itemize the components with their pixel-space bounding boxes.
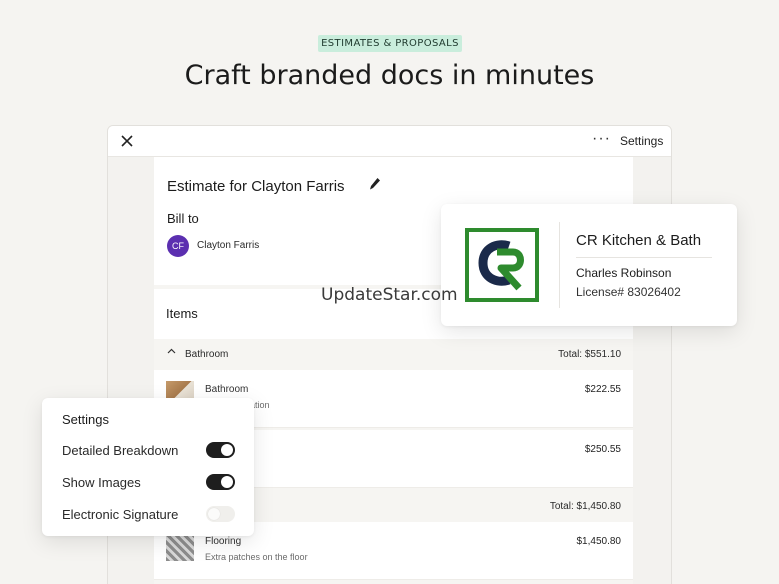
item-price: $222.55 bbox=[584, 384, 621, 395]
company-logo bbox=[465, 228, 539, 302]
setting-electronic-signature: Electronic Signature bbox=[62, 504, 242, 524]
item-description: Extra patches on the floor bbox=[205, 552, 308, 562]
show-images-toggle[interactable] bbox=[206, 474, 235, 490]
company-name: CR Kitchen & Bath bbox=[576, 232, 702, 249]
settings-panel-title: Settings bbox=[62, 412, 109, 427]
setting-label: Show Images bbox=[62, 475, 141, 490]
chevron-up-icon[interactable] bbox=[167, 347, 176, 359]
setting-label: Electronic Signature bbox=[62, 507, 179, 522]
divider bbox=[559, 222, 560, 308]
client-avatar[interactable]: CF bbox=[167, 235, 189, 257]
item-name: Bathroom bbox=[205, 384, 249, 395]
category-badge: ESTIMATES & PROPOSALS bbox=[318, 35, 462, 52]
electronic-signature-toggle[interactable] bbox=[206, 506, 235, 522]
toggle-knob bbox=[221, 476, 233, 488]
group-row-bathroom[interactable]: Bathroom Total: $551.10 bbox=[154, 339, 633, 369]
estimate-title: Estimate for Clayton Farris bbox=[167, 178, 345, 195]
watermark-text: UpdateStar.com bbox=[321, 285, 458, 305]
group-name: Bathroom bbox=[185, 349, 229, 360]
company-contact-name: Charles Robinson bbox=[576, 266, 672, 280]
item-price: $250.55 bbox=[584, 444, 621, 455]
settings-button[interactable]: Settings bbox=[620, 134, 663, 148]
edit-pencil-icon[interactable] bbox=[369, 177, 381, 194]
close-icon[interactable] bbox=[117, 131, 137, 151]
window-topbar: ··· Settings bbox=[108, 126, 671, 157]
setting-label: Detailed Breakdown bbox=[62, 443, 179, 458]
toggle-knob bbox=[221, 444, 233, 456]
page-headline: Craft branded docs in minutes bbox=[184, 60, 595, 91]
toggle-knob bbox=[208, 508, 220, 520]
divider bbox=[576, 257, 712, 258]
client-name[interactable]: Clayton Farris bbox=[197, 240, 259, 251]
company-info-card: CR Kitchen & Bath Charles Robinson Licen… bbox=[441, 204, 737, 326]
detailed-breakdown-toggle[interactable] bbox=[206, 442, 235, 458]
group-total: Total: $551.10 bbox=[558, 349, 621, 360]
more-dots-icon[interactable]: ··· bbox=[592, 130, 611, 148]
bill-to-label: Bill to bbox=[167, 211, 199, 226]
setting-show-images: Show Images bbox=[62, 472, 242, 492]
setting-detailed-breakdown: Detailed Breakdown bbox=[62, 440, 242, 460]
item-name: Flooring bbox=[205, 536, 242, 547]
settings-panel: Settings Detailed Breakdown Show Images … bbox=[42, 398, 254, 536]
company-license: License# 83026402 bbox=[576, 285, 681, 299]
items-title: Items bbox=[166, 306, 198, 321]
group-total: Total: $1,450.80 bbox=[549, 501, 621, 512]
item-price: $1,450.80 bbox=[576, 536, 622, 547]
item-thumbnail bbox=[166, 533, 194, 561]
